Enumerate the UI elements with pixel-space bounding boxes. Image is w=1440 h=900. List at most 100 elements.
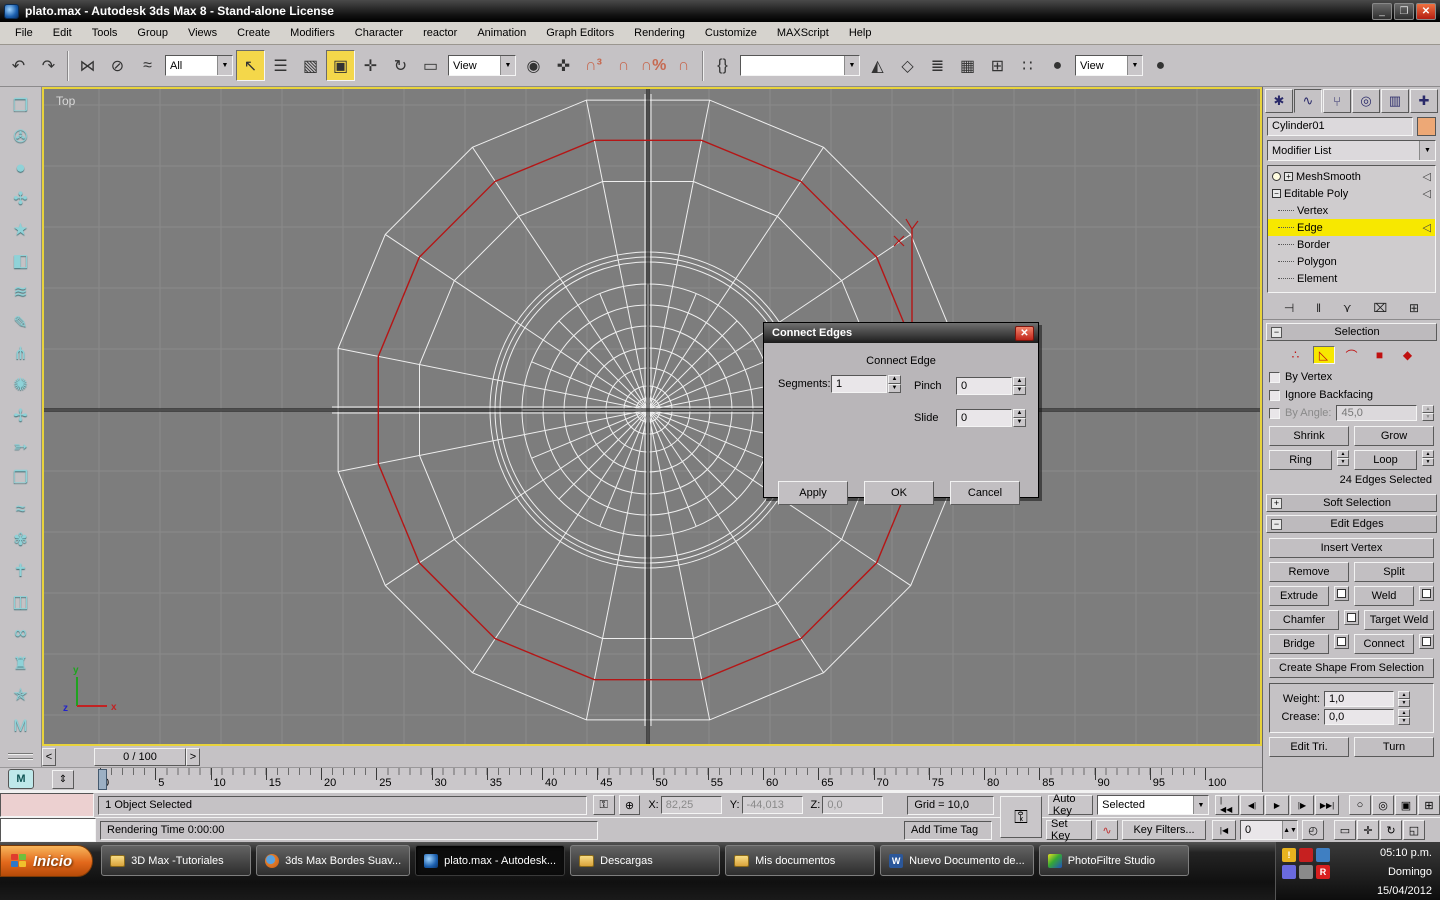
start-button[interactable]: Inicio	[0, 845, 93, 877]
stack-item-border[interactable]: Border	[1268, 236, 1435, 253]
tab-pin-icon[interactable]: ✣	[6, 184, 36, 213]
stack-item-editable-poly[interactable]: −Editable Poly◁	[1268, 185, 1435, 202]
by-angle-spinner[interactable]: ▲▼	[1422, 405, 1434, 421]
zoom-extents-icon[interactable]: ▣	[1395, 795, 1417, 815]
weight-field[interactable]: 1,0	[1324, 691, 1394, 707]
named-selection-sets-dropdown[interactable]: ▼	[740, 55, 860, 76]
make-unique-icon[interactable]: ⋎	[1343, 301, 1352, 315]
key-mode-toggle-button[interactable]: |◀	[1212, 820, 1236, 840]
taskbar-task-3d-max-tutoriales[interactable]: 3D Max -Tutoriales	[101, 845, 251, 876]
chevron-down-icon[interactable]: ▼	[1419, 141, 1435, 160]
hierarchy-tab[interactable]: ⑂	[1323, 89, 1351, 113]
target-weld-button[interactable]: Target Weld	[1364, 610, 1434, 630]
tab-door-icon[interactable]: ◫	[6, 587, 36, 616]
absolute-mode-toggle[interactable]: ⊕	[619, 795, 641, 815]
material-editor-icon[interactable]: ∷	[1013, 50, 1042, 81]
taskbar-task-nuevo-documento-de-[interactable]: WNuevo Documento de...	[880, 845, 1034, 876]
apply-button[interactable]: Apply	[778, 481, 848, 505]
set-key-filters-icon[interactable]: ∿	[1096, 820, 1118, 840]
loop-button[interactable]: Loop	[1354, 450, 1417, 470]
menu-reactor[interactable]: reactor	[414, 24, 466, 42]
y-coordinate-field[interactable]: -44,013	[742, 796, 803, 814]
z-coordinate-field[interactable]: 0,0	[822, 796, 883, 814]
auto-key-button[interactable]: Auto Key	[1048, 795, 1093, 815]
curve-editor-icon[interactable]: ▦	[953, 50, 982, 81]
bridge-settings-icon[interactable]	[1334, 634, 1349, 649]
create-shape-from-selection-button[interactable]: Create Shape From Selection	[1269, 658, 1434, 678]
zoom-region-icon[interactable]: ▭	[1334, 820, 1356, 840]
show-in-viewport-icon[interactable]: ◁	[1423, 170, 1431, 183]
pinch-field[interactable]: 0	[956, 377, 1012, 395]
show-in-viewport-icon[interactable]: ◁	[1423, 221, 1431, 234]
display-tab[interactable]: ▥	[1381, 89, 1409, 113]
menu-edit[interactable]: Edit	[44, 24, 81, 42]
connect-settings-icon[interactable]	[1419, 634, 1434, 649]
previous-frame-button[interactable]: ◀|	[1240, 795, 1264, 815]
snap-toggle-3d-icon[interactable]: ∩³	[579, 50, 608, 81]
menu-customize[interactable]: Customize	[696, 24, 766, 42]
segments-spinner[interactable]: ▲▼	[888, 375, 901, 393]
previous-frame-arrow[interactable]: <	[42, 748, 56, 766]
slide-field[interactable]: 0	[956, 409, 1012, 427]
play-button[interactable]: ▶	[1265, 795, 1289, 815]
slide-spinner[interactable]: ▲▼	[1013, 409, 1026, 427]
network-icon[interactable]	[1316, 848, 1330, 862]
crease-spinner[interactable]: ▲▼	[1398, 709, 1410, 725]
menu-views[interactable]: Views	[179, 24, 226, 42]
pin-stack-icon[interactable]: ⊣	[1284, 301, 1294, 315]
tab-sphere-icon[interactable]: ●	[6, 153, 36, 182]
object-name-field[interactable]: Cylinder01	[1267, 117, 1413, 136]
next-frame-button[interactable]: |▶	[1290, 795, 1314, 815]
tab-shirt-icon[interactable]: ✇	[6, 122, 36, 151]
create-tab[interactable]: ✱	[1265, 89, 1293, 113]
set-key-button[interactable]: Set Key	[1046, 820, 1092, 840]
collapse-icon[interactable]: −	[1271, 519, 1282, 530]
by-angle-checkbox[interactable]	[1269, 408, 1280, 419]
selection-set-dropdown[interactable]: Selected ▼	[1097, 795, 1209, 815]
menu-maxscript[interactable]: MAXScript	[768, 24, 838, 42]
zoom-all-icon[interactable]: ◎	[1372, 795, 1394, 815]
stack-item-vertex[interactable]: Vertex	[1268, 202, 1435, 219]
schematic-view-icon[interactable]: ⊞	[983, 50, 1012, 81]
select-and-manipulate-icon[interactable]: ✜	[549, 50, 578, 81]
menu-character[interactable]: Character	[346, 24, 412, 42]
edge-mode-icon[interactable]: ◺	[1313, 346, 1335, 364]
edit-named-selection-sets-icon[interactable]: {}	[708, 50, 737, 81]
weld-button[interactable]: Weld	[1354, 586, 1414, 606]
shrink-button[interactable]: Shrink	[1269, 426, 1349, 446]
menu-rendering[interactable]: Rendering	[625, 24, 694, 42]
mirror-icon[interactable]: ◭	[863, 50, 892, 81]
bridge-button[interactable]: Bridge	[1269, 634, 1329, 654]
select-and-rotate-icon[interactable]: ↻	[386, 50, 415, 81]
turn-button[interactable]: Turn	[1354, 737, 1434, 757]
align-icon[interactable]: ◇	[893, 50, 922, 81]
selection-rollout-header[interactable]: − Selection	[1266, 323, 1437, 341]
tab-gear-icon[interactable]: ✺	[6, 370, 36, 399]
tab-weathervane-icon[interactable]: ✢	[6, 401, 36, 430]
arc-rotate-icon[interactable]: ↻	[1380, 820, 1402, 840]
menu-animation[interactable]: Animation	[468, 24, 535, 42]
add-time-tag[interactable]: Add Time Tag	[904, 821, 992, 840]
tab-wheel-icon[interactable]: ✯	[6, 680, 36, 709]
time-slider[interactable]: 0 / 100	[94, 748, 186, 766]
utilities-tab[interactable]: ✚	[1410, 89, 1438, 113]
timeline-ruler[interactable]: 0510152025303540455055606570758085909510…	[100, 768, 1205, 792]
chevron-down-icon[interactable]: ▼	[500, 56, 515, 75]
top-viewport[interactable]: Topyxz	[42, 87, 1262, 746]
taskbar-task-3ds-max-bordes-suav-[interactable]: 3ds Max Bordes Suav...	[256, 845, 410, 876]
quick-render-icon[interactable]: ●	[1146, 50, 1175, 81]
border-mode-icon[interactable]: ⌒	[1341, 346, 1363, 364]
stack-item-meshsmooth[interactable]: +MeshSmooth◁	[1268, 168, 1435, 185]
close-button[interactable]: ✕	[1416, 3, 1436, 20]
configure-modifier-sets-icon[interactable]: ⊞	[1409, 301, 1419, 315]
dialog-title-bar[interactable]: Connect Edges ✕	[764, 323, 1038, 343]
taskbar-task-mis-documentos[interactable]: Mis documentos	[725, 845, 875, 876]
chevron-down-icon[interactable]: ▼	[217, 56, 232, 75]
redo-icon[interactable]: ↷	[34, 50, 63, 81]
angle-snap-toggle-icon[interactable]: ∩	[609, 50, 638, 81]
expand-collapse-icon[interactable]: +	[1284, 172, 1293, 181]
stack-item-edge[interactable]: Edge◁	[1268, 219, 1435, 236]
extrude-settings-icon[interactable]	[1334, 586, 1349, 601]
bind-to-space-warp-icon[interactable]: ≈	[133, 50, 162, 81]
expand-icon[interactable]: +	[1271, 498, 1282, 509]
